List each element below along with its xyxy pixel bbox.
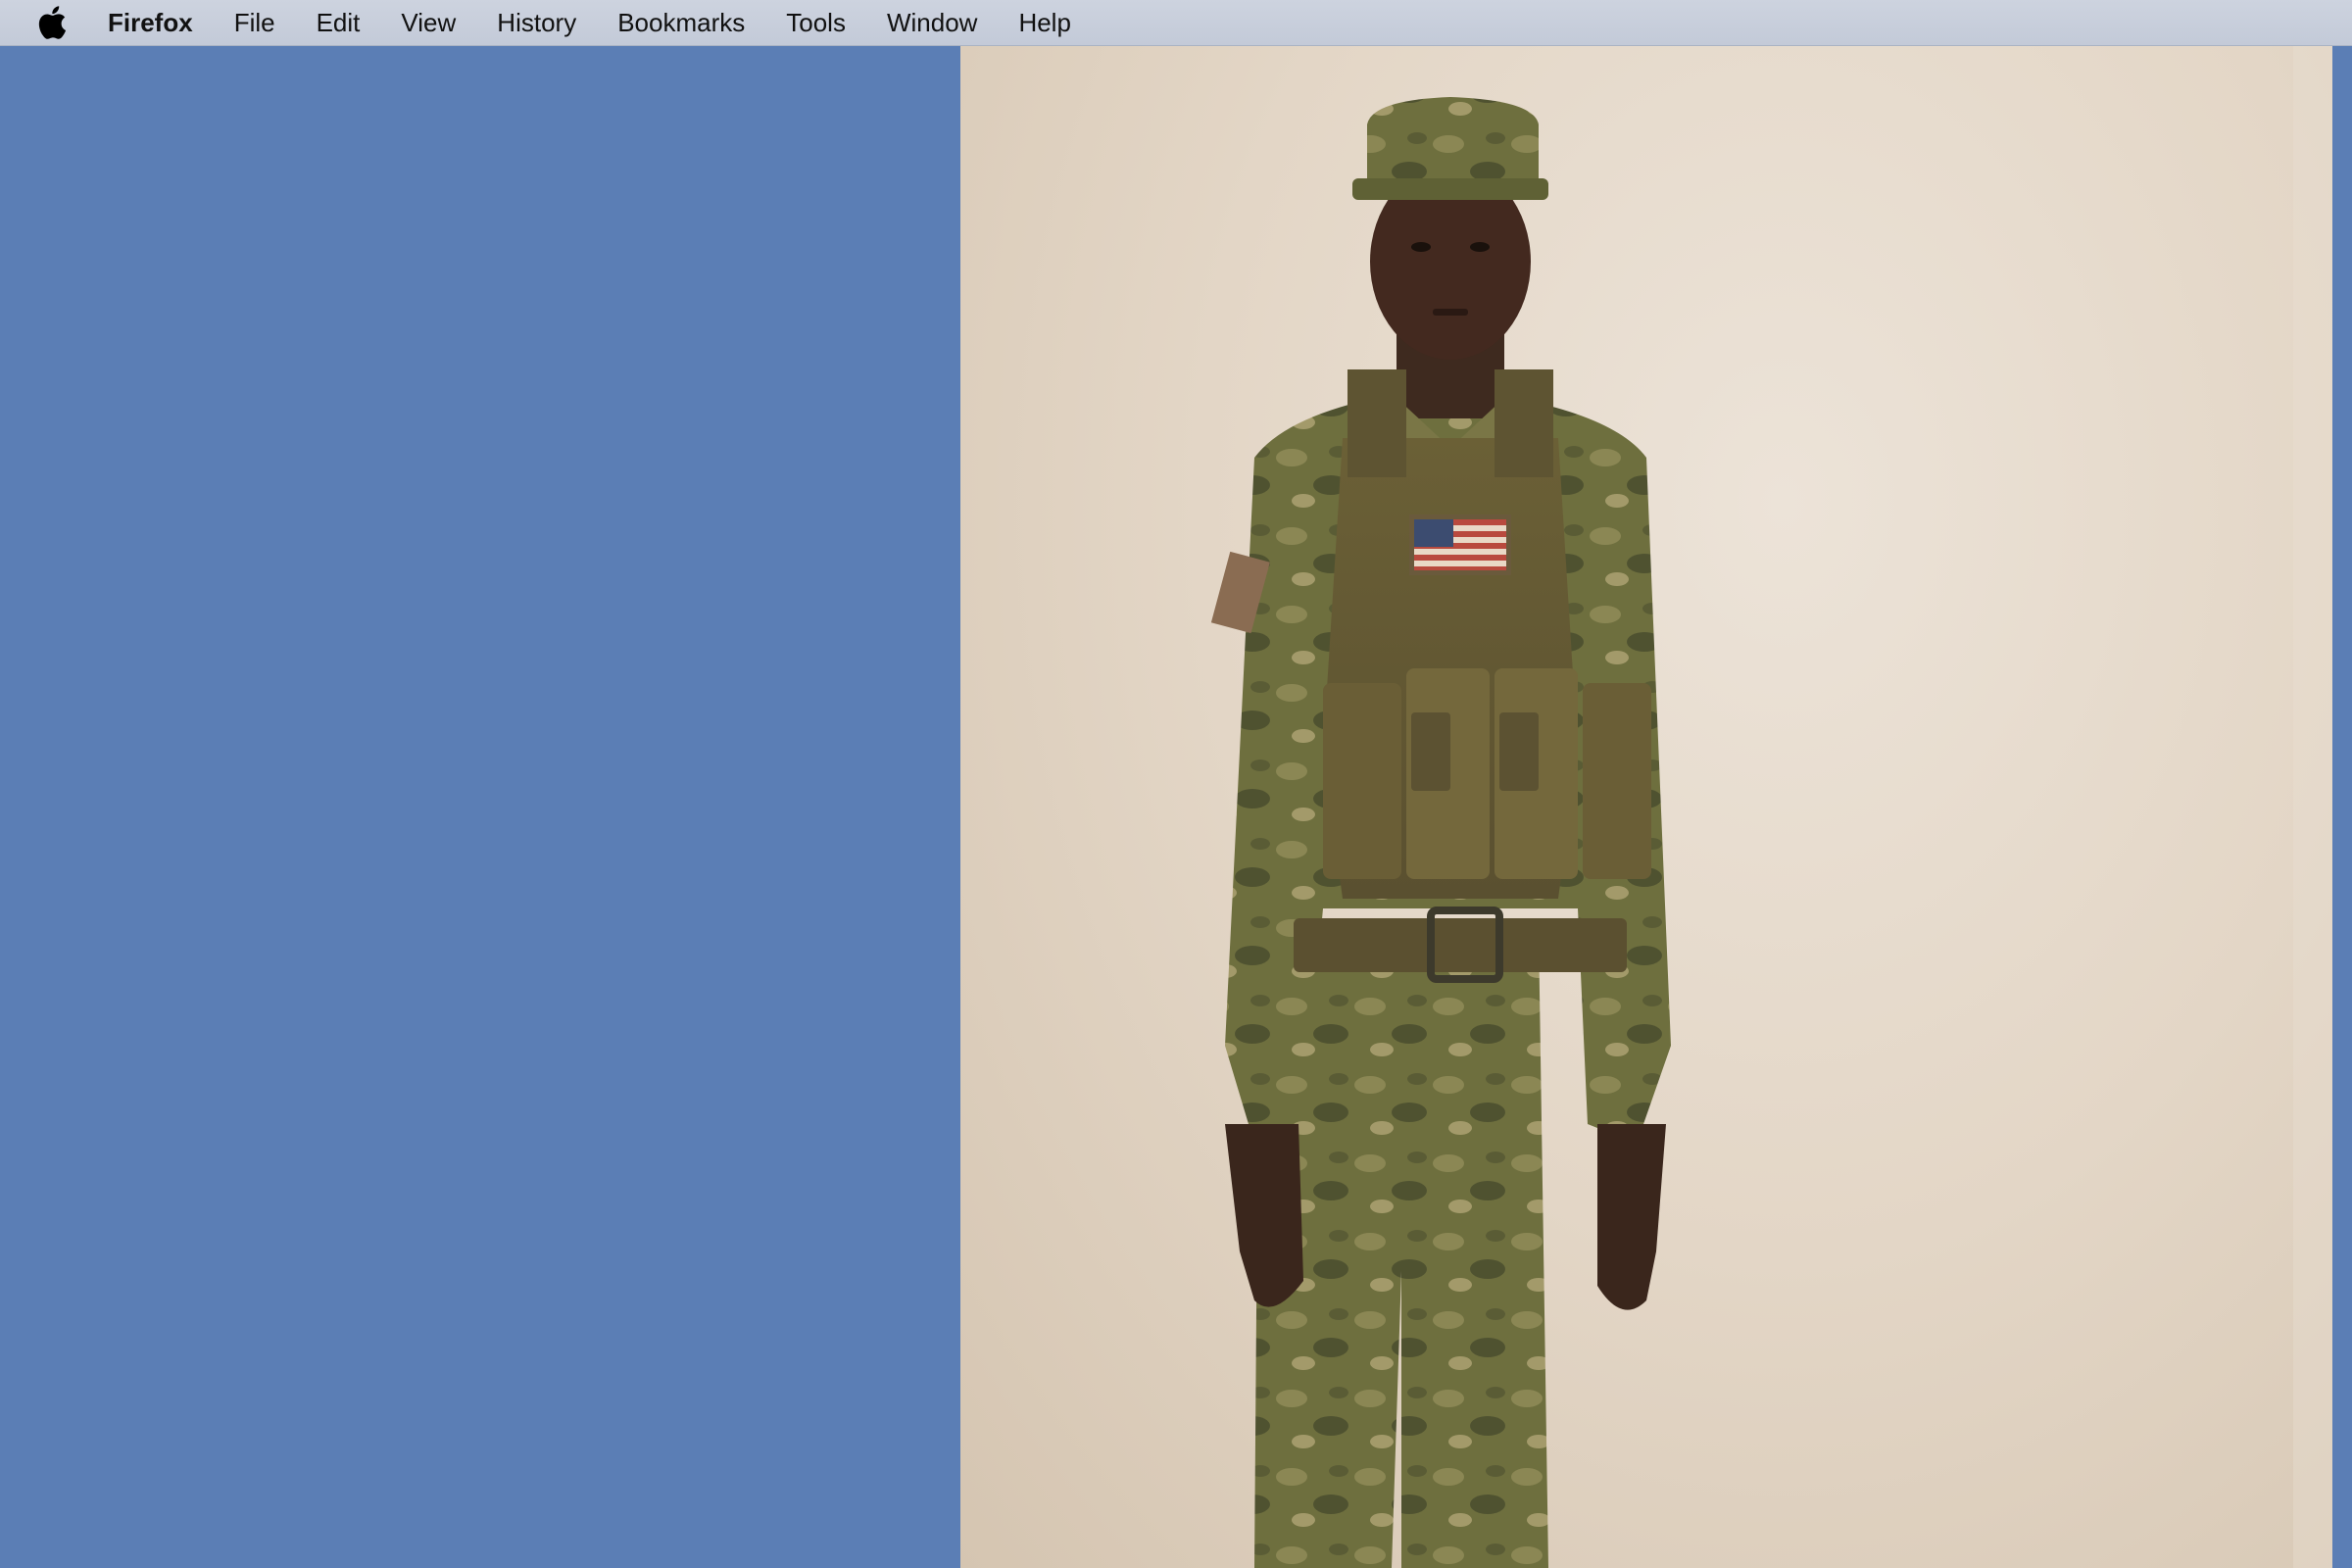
flag-patch <box>1409 514 1511 575</box>
desktop-background-right <box>2332 46 2352 1568</box>
apple-icon[interactable] <box>35 4 69 41</box>
menu-view[interactable]: View <box>401 8 456 38</box>
desktop-background <box>0 46 960 1568</box>
menu-history[interactable]: History <box>497 8 576 38</box>
menu-bookmarks[interactable]: Bookmarks <box>617 8 745 38</box>
menu-help[interactable]: Help <box>1018 8 1070 38</box>
menu-window[interactable]: Window <box>887 8 977 38</box>
menu-app-firefox[interactable]: Firefox <box>108 8 193 38</box>
soldier-photo <box>960 46 2332 1568</box>
magazine-pouches <box>1323 668 1651 879</box>
menu-edit[interactable]: Edit <box>317 8 361 38</box>
photo-window[interactable] <box>960 46 2332 1568</box>
menu-file[interactable]: File <box>234 8 275 38</box>
menu-bar: Firefox File Edit View History Bookmarks… <box>0 0 2352 46</box>
menu-tools[interactable]: Tools <box>786 8 846 38</box>
